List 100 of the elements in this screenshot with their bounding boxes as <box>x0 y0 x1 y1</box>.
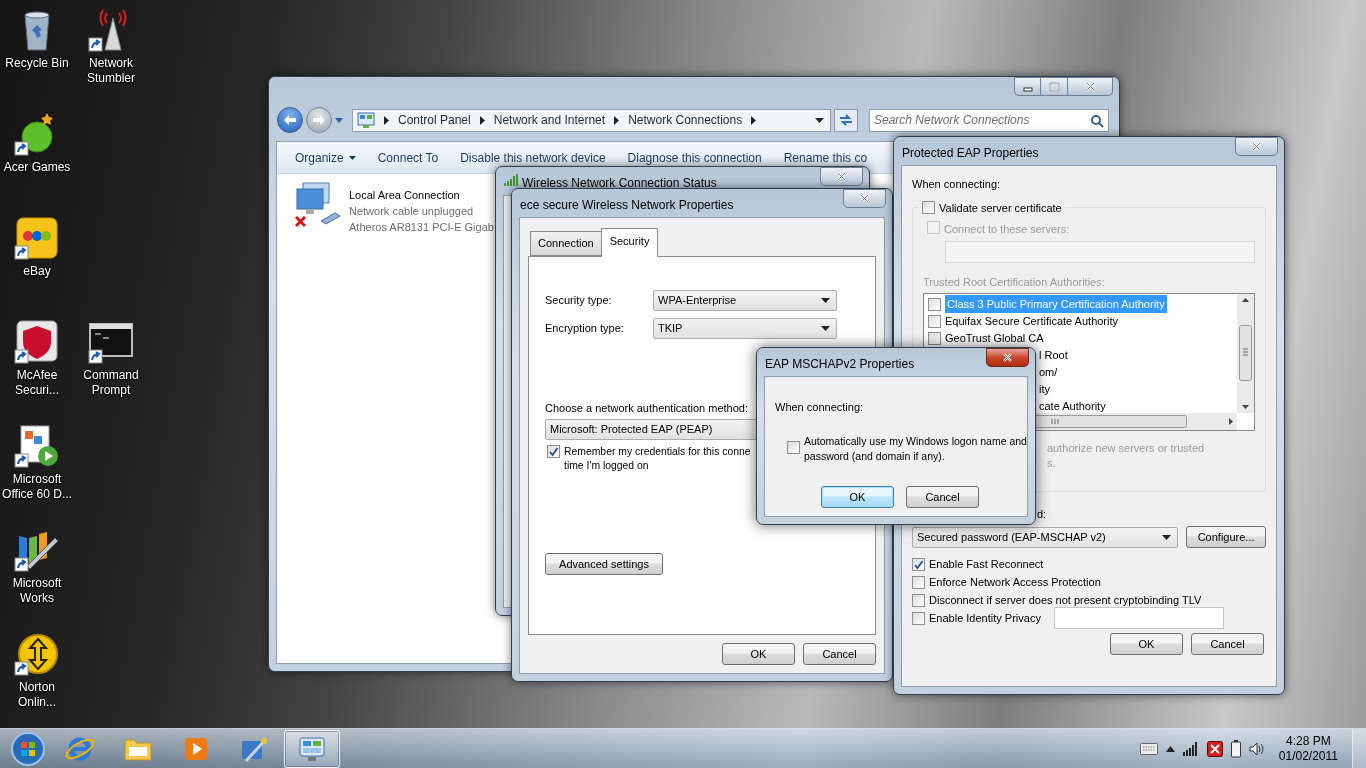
configure-button[interactable]: Configure... <box>1186 526 1266 548</box>
search-field[interactable]: Search Network Connections <box>869 108 1109 132</box>
input-field[interactable] <box>1054 607 1224 629</box>
chevron-icon[interactable] <box>751 115 757 125</box>
back-button[interactable] <box>277 107 303 133</box>
dialog-button[interactable]: OK <box>821 486 894 508</box>
desktop-icon-label[interactable]: Command Prompt <box>74 368 148 398</box>
shield-icon[interactable] <box>13 318 61 366</box>
arrow-right-icon[interactable] <box>1229 417 1233 425</box>
advanced-settings-button[interactable]: Advanced settings <box>545 553 663 575</box>
address-bar[interactable]: Control Panel Network and Internet Network Connections <box>352 108 831 132</box>
minimize-button[interactable] <box>1014 77 1041 96</box>
vertical-scrollbar[interactable] <box>1237 293 1254 413</box>
desktop-icon-label[interactable]: Network Stumbler <box>74 56 148 86</box>
checkbox[interactable] <box>928 297 941 311</box>
list-item[interactable]: GeoTrust Global CA <box>945 329 1044 347</box>
checkbox-label: Enable Fast Reconnect <box>929 556 1044 572</box>
chevron-up-icon[interactable] <box>1165 745 1175 752</box>
battery-icon[interactable] <box>1230 739 1241 758</box>
checkbox[interactable] <box>928 331 941 345</box>
signal-bars-icon[interactable] <box>1182 741 1199 756</box>
search-icon[interactable] <box>1090 113 1104 128</box>
dropdown[interactable]: TKIP <box>653 318 837 339</box>
caret-icon[interactable] <box>815 117 824 123</box>
checkbox[interactable] <box>912 575 925 589</box>
checkbox[interactable] <box>927 220 940 234</box>
windows-logo-icon <box>10 730 46 767</box>
tab[interactable]: Security <box>600 228 659 257</box>
caret-icon <box>821 326 830 331</box>
list-item[interactable]: cate Authority <box>1039 397 1106 413</box>
checkbox[interactable] <box>912 611 925 625</box>
close-button[interactable] <box>986 348 1029 367</box>
checkbox-label: Enable Identity Privacy <box>929 610 1041 626</box>
chevron-icon[interactable] <box>614 115 620 125</box>
list-item[interactable]: Equifax Secure Certificate Authority <box>945 312 1119 330</box>
menu-button[interactable]: Organize <box>289 146 362 169</box>
list-item[interactable]: om/ <box>1039 363 1058 381</box>
checkmark-icon <box>913 558 924 570</box>
tab[interactable]: Connection <box>530 231 602 256</box>
network-adapter-icon[interactable] <box>293 181 343 229</box>
chevron-icon[interactable] <box>479 115 485 125</box>
toolbar-button[interactable]: Rename this co <box>777 146 874 169</box>
list-item[interactable]: l Root <box>1039 346 1068 364</box>
breadcrumb-item[interactable]: Network Connections <box>628 111 743 129</box>
window-title: ece secure Wireless Network Properties <box>520 197 734 214</box>
dialog-button[interactable]: OK <box>1110 633 1183 655</box>
refresh-button[interactable] <box>834 108 858 132</box>
breadcrumb-item[interactable]: Control Panel <box>398 111 471 129</box>
checkbox[interactable] <box>547 445 560 458</box>
document-play-icon[interactable] <box>13 422 61 470</box>
network-error-icon[interactable] <box>1206 740 1223 757</box>
checkmark-icon <box>548 446 559 457</box>
close-button[interactable] <box>820 167 863 186</box>
maximize-button[interactable] <box>1041 77 1068 96</box>
section-label: d: <box>1037 506 1047 522</box>
toolbar-button[interactable]: Connect To <box>371 146 445 169</box>
arrow-down-icon[interactable] <box>1242 404 1249 409</box>
list-item[interactable]: ity <box>1039 380 1050 398</box>
window-title: EAP MSCHAPv2 Properties <box>765 356 915 373</box>
forward-button[interactable] <box>306 107 332 133</box>
toolbar-button[interactable]: Diagnose this connection <box>621 146 768 169</box>
caret-icon <box>348 155 356 160</box>
arrow-up-icon[interactable] <box>1242 297 1249 302</box>
dialog-button[interactable]: Cancel <box>1191 633 1264 655</box>
speaker-icon[interactable] <box>1248 741 1265 756</box>
back-arrow-icon <box>283 114 297 126</box>
connection-status: Network cable unplugged <box>349 204 474 218</box>
dialog-button[interactable]: Cancel <box>906 486 979 508</box>
checkbox[interactable] <box>912 557 925 571</box>
checkbox-label: Disconnect if server does not present cryptobinding TLV <box>929 592 1202 608</box>
taskbar-button[interactable] <box>284 729 340 768</box>
desktop-icon-label[interactable]: Microsoft Office 60 D... <box>0 472 74 502</box>
desktop-icon-label[interactable]: Norton Onlin... <box>0 680 74 710</box>
dropdown[interactable]: WPA-Enterprise <box>653 290 837 311</box>
signal-bars-icon <box>504 174 518 186</box>
desktop-icon-label[interactable]: Microsoft Works <box>0 576 74 606</box>
connection-name[interactable]: Local Area Connection <box>349 188 460 202</box>
dialog-button[interactable]: OK <box>722 643 795 665</box>
control-panel-icon <box>357 111 375 129</box>
close-button[interactable] <box>843 189 886 208</box>
chevron-icon[interactable] <box>384 115 389 125</box>
breadcrumb-item[interactable]: Network and Internet <box>493 111 606 129</box>
desktop-icon-label[interactable]: eBay <box>0 264 74 279</box>
checkbox[interactable] <box>787 440 800 454</box>
close-button[interactable] <box>1068 77 1113 96</box>
desktop-icon-label[interactable]: Recycle Bin <box>0 56 74 71</box>
desktop-icon-label[interactable]: Acer Games <box>0 160 74 175</box>
dialog-button[interactable]: Cancel <box>803 643 876 665</box>
checkbox[interactable] <box>922 201 935 215</box>
checkbox[interactable] <box>928 314 941 328</box>
checkbox[interactable] <box>912 593 925 607</box>
desktop-icon-label[interactable]: McAfee Securi... <box>0 368 74 398</box>
colored-tile-icon[interactable] <box>13 214 61 262</box>
toolbar-button[interactable]: Disable this network device <box>454 146 612 169</box>
dropdown[interactable]: Secured password (EAP-MSCHAP v2) <box>912 526 1179 548</box>
close-icon <box>1083 81 1097 92</box>
clock[interactable]: 4:28 PM 01/02/2011 <box>1272 733 1344 764</box>
keyboard-icon[interactable] <box>1139 742 1158 755</box>
close-button[interactable] <box>1235 137 1278 156</box>
scrollbar-thumb[interactable] <box>1239 325 1252 381</box>
